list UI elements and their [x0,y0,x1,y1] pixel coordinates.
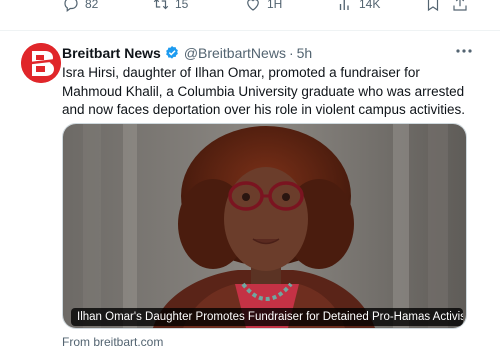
retweet-icon [153,0,169,10]
view-count: 14K [359,0,381,11]
views-button[interactable]: 14K [336,0,380,15]
tweet-text: Isra Hirsi, daughter of Ilhan Omar, prom… [62,65,465,117]
bookmark-button[interactable] [424,0,442,15]
card-source[interactable]: From breitbart.com [62,335,163,349]
author-name[interactable]: Breitbart News [62,45,161,61]
bookmark-icon [427,0,439,12]
card-caption: Ilhan Omar's Daughter Promotes Fundraise… [71,308,463,326]
reply-count: 82 [85,0,99,11]
breitbart-logo-icon [21,43,61,83]
retweet-count: 15 [175,0,189,11]
separator: · [288,45,294,61]
avatar[interactable] [21,43,61,83]
tweet-header: Breitbart News @BreitbartNews · 5h [62,43,312,63]
share-button[interactable] [451,0,469,15]
like-button[interactable]: 1H [244,0,282,15]
timestamp[interactable]: 5h [297,45,313,61]
verified-badge-icon [165,46,178,59]
card-image [63,124,466,328]
link-card[interactable]: Ilhan Omar's Daughter Promotes Fundraise… [62,123,467,329]
retweet-button[interactable]: 15 [152,0,188,15]
like-count: 1H [267,0,283,11]
share-icon [453,0,467,11]
previous-tweet-action-bar: 82 15 1H 14K [0,0,500,31]
more-options-icon[interactable] [454,41,474,61]
author-handle[interactable]: @BreitbartNews [184,45,286,61]
views-icon [339,0,349,10]
reply-icon [64,0,78,12]
like-icon [247,0,259,11]
tweet[interactable]: Breitbart News @BreitbartNews · 5h Isra … [0,31,500,357]
reply-button[interactable]: 82 [62,0,98,15]
